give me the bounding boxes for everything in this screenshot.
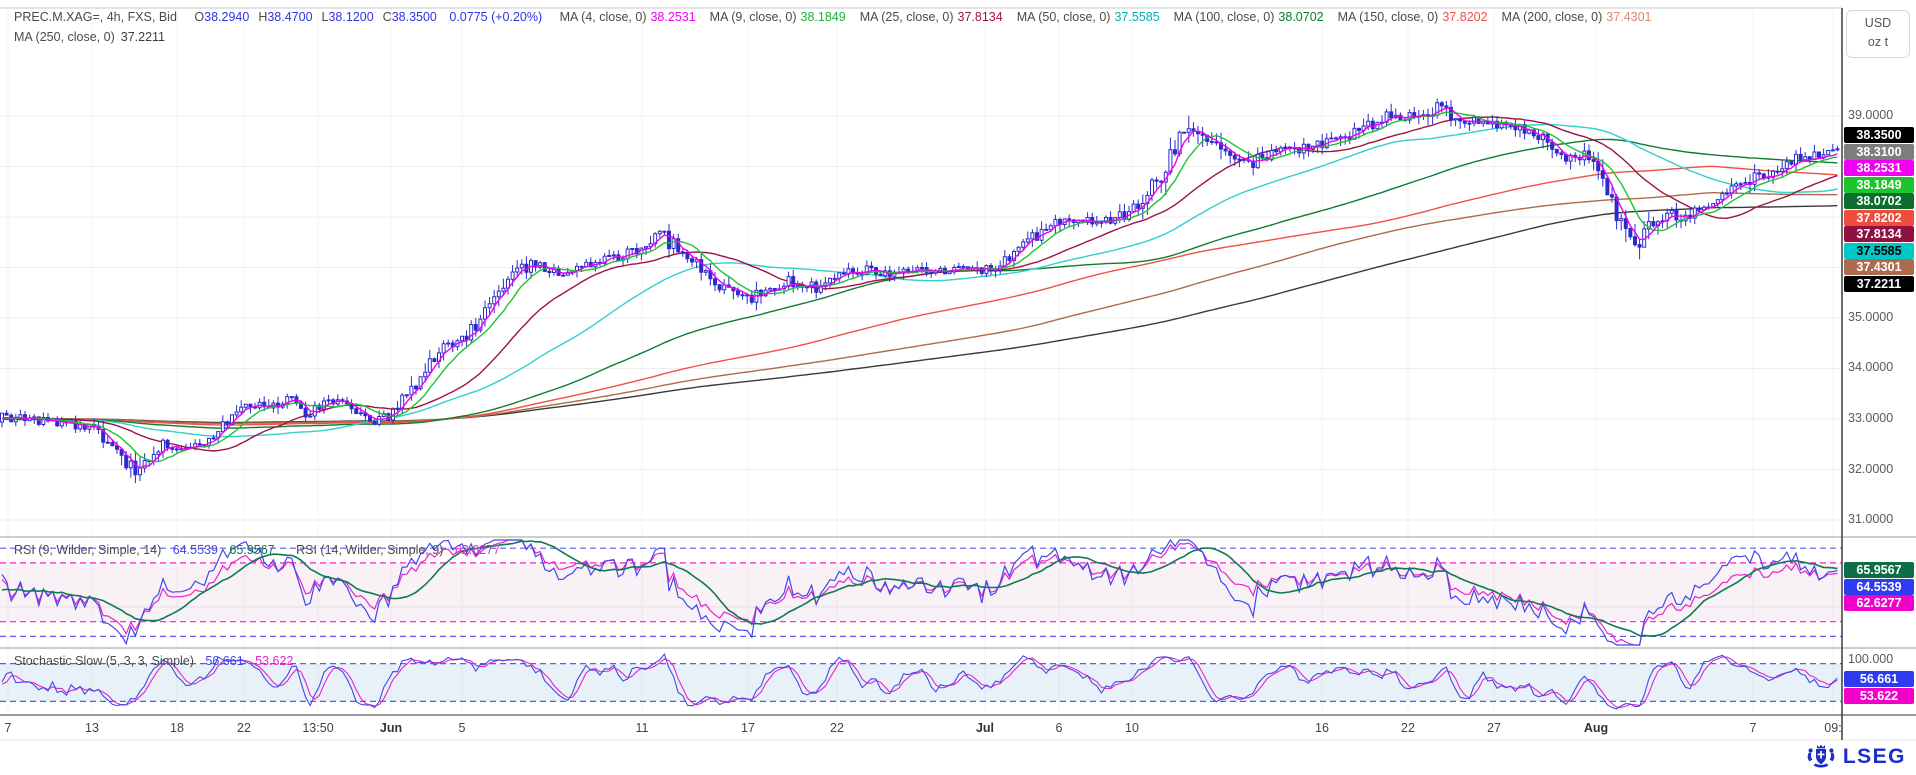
rsi-axis-tag: 62.6277: [1844, 595, 1914, 611]
time-tick-label[interactable]: 7: [5, 721, 12, 735]
rsi-value-2: 62.6277: [455, 543, 500, 557]
ma-legend-item: MA (4, close, 0)38.2531: [560, 10, 696, 24]
time-tick-label[interactable]: 6: [1056, 721, 1063, 735]
quote-field: H38.4700: [258, 10, 312, 24]
rsi-title-2: RSI (14, Wilder, Simple, 9): [296, 543, 443, 557]
time-tick-label[interactable]: 09:: [1824, 721, 1841, 735]
unit-currency: USD: [1847, 16, 1909, 30]
rsi-legend: RSI (9, Wilder, Simple, 14) 64.5539 65.9…: [14, 543, 508, 557]
time-tick-label[interactable]: 22: [237, 721, 251, 735]
price-tick-label: 35.0000: [1848, 310, 1893, 324]
chart-legend-line2: MA (250, close, 0)37.2211: [14, 30, 165, 44]
rsi-axis-tag: 64.5539: [1844, 579, 1914, 595]
price-tick-label: 39.0000: [1848, 108, 1893, 122]
stoch-axis-tag: 53.622: [1844, 688, 1914, 704]
ma-legend-item: MA (200, close, 0)37.4301: [1502, 10, 1652, 24]
price-axis-tag: 37.5585: [1844, 243, 1914, 259]
stochastic-k-value: 56.661: [205, 654, 243, 668]
stochastic-legend: Stochastic Slow (5, 3, 3, Simple) 56.661…: [14, 654, 301, 668]
ma-legend-item: MA (9, close, 0)38.1849: [710, 10, 846, 24]
lseg-wordmark: LSEG: [1843, 745, 1906, 769]
quote-fields: O38.2940 H38.4700 L38.1200 C38.3500: [194, 10, 446, 24]
price-axis-tag: 38.0702: [1844, 193, 1914, 209]
instrument-title: PREC.M.XAG=, 4h, FXS, Bid: [14, 10, 177, 24]
price-axis-tag: 38.3500: [1844, 127, 1914, 143]
price-axis-tag: 37.8202: [1844, 210, 1914, 226]
unit-measure: oz t: [1847, 35, 1909, 49]
rsi-smoothed-value: 65.9567: [229, 543, 274, 557]
ma-legend-item: MA (50, close, 0)37.5585: [1017, 10, 1160, 24]
time-tick-label[interactable]: 27: [1487, 721, 1501, 735]
time-tick-label[interactable]: Aug: [1584, 721, 1608, 735]
rsi-axis-tag: 65.9567: [1844, 562, 1914, 578]
quote-field: C38.3500: [383, 10, 437, 24]
rsi-value-1: 64.5539: [173, 543, 218, 557]
quote-field: O38.2940: [194, 10, 249, 24]
time-tick-label[interactable]: 13: [85, 721, 99, 735]
chart-legend-line1: PREC.M.XAG=, 4h, FXS, Bid O38.2940 H38.47…: [14, 10, 1665, 24]
lseg-logo: LSEG: [1806, 743, 1906, 770]
price-axis-tag: 38.3100: [1844, 144, 1914, 160]
price-axis-tag: 38.1849: [1844, 177, 1914, 193]
time-tick-label[interactable]: 7: [1750, 721, 1757, 735]
ma-legend: MA (4, close, 0)38.2531 MA (9, close, 0)3…: [560, 10, 1666, 24]
stochastic-d-value: 53.622: [255, 654, 293, 668]
time-tick-label[interactable]: 17: [741, 721, 755, 735]
time-tick-label[interactable]: 18: [170, 721, 184, 735]
unit-box[interactable]: USD oz t: [1846, 10, 1910, 58]
time-tick-label[interactable]: 16: [1315, 721, 1329, 735]
time-tick-label[interactable]: 5: [459, 721, 466, 735]
quote-field: L38.1200: [322, 10, 374, 24]
time-tick-label[interactable]: 22: [830, 721, 844, 735]
ma-legend-item: MA (150, close, 0)37.8202: [1338, 10, 1488, 24]
stoch-tick-label: 100.000: [1848, 652, 1893, 666]
stochastic-title: Stochastic Slow (5, 3, 3, Simple): [14, 654, 194, 668]
price-tick-label: 34.0000: [1848, 360, 1893, 374]
rsi-title-1: RSI (9, Wilder, Simple, 14): [14, 543, 161, 557]
lseg-crest-icon: [1806, 743, 1836, 770]
ma-legend-item: MA (100, close, 0)38.0702: [1174, 10, 1324, 24]
price-tick-label: 31.0000: [1848, 512, 1893, 526]
time-tick-label[interactable]: 11: [636, 721, 649, 735]
stoch-axis-tag: 56.661: [1844, 671, 1914, 687]
time-tick-label[interactable]: 10: [1125, 721, 1139, 735]
time-tick-label[interactable]: Jun: [380, 721, 402, 735]
ma-legend-item: MA (25, close, 0)37.8134: [860, 10, 1003, 24]
price-axis-tag: 38.2531: [1844, 160, 1914, 176]
price-tick-label: 32.0000: [1848, 462, 1893, 476]
time-tick-label[interactable]: Jul: [976, 721, 994, 735]
change-value: 0.0775 (+0.20%): [449, 10, 542, 24]
price-axis-tag: 37.2211: [1844, 276, 1914, 292]
time-tick-label[interactable]: 13:50: [302, 721, 333, 735]
price-axis-tag: 37.8134: [1844, 226, 1914, 242]
price-tick-label: 33.0000: [1848, 411, 1893, 425]
time-tick-label[interactable]: 22: [1401, 721, 1415, 735]
price-axis-tag: 37.4301: [1844, 259, 1914, 275]
chart-window: PREC.M.XAG=, 4h, FXS, Bid O38.2940 H38.47…: [0, 0, 1916, 775]
